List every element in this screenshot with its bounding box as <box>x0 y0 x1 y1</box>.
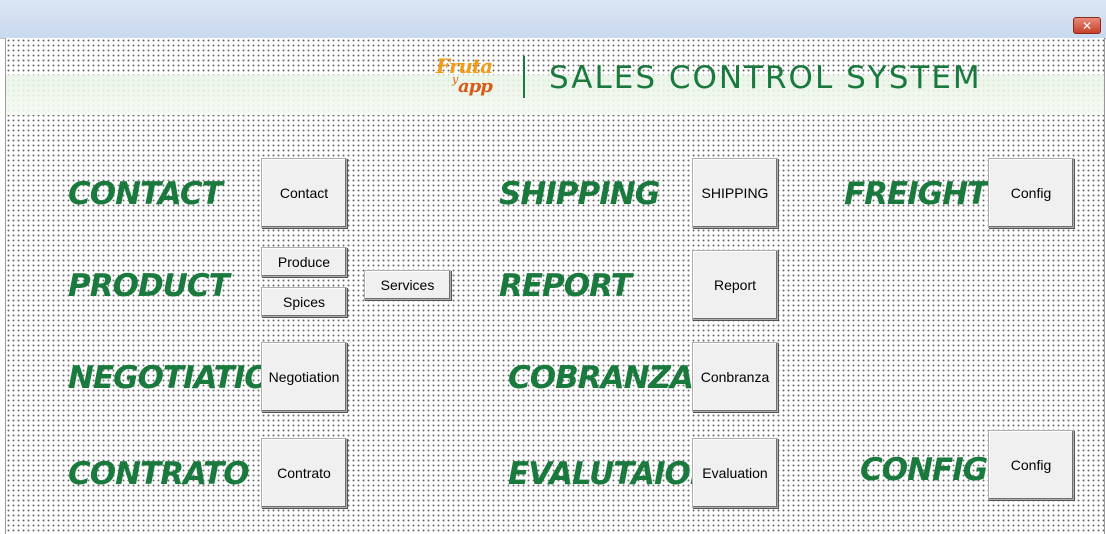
cobranza-button[interactable]: Conbranza <box>692 342 778 412</box>
label-evaluation: EVALUTAION <box>508 456 716 492</box>
label-freight: FREIGHT <box>844 176 988 212</box>
label-contrato: CONTRATO <box>68 456 250 492</box>
window-title-bar: ✕ <box>0 0 1106 39</box>
app-logo: Fruta y app <box>434 52 504 102</box>
label-cobranza: COBRANZA <box>508 360 694 396</box>
label-contact: CONTACT <box>68 176 223 212</box>
label-config: CONFIG <box>860 452 988 488</box>
logo-text-app: app <box>458 76 493 97</box>
label-shipping: SHIPPING <box>499 176 660 212</box>
services-button[interactable]: Services <box>364 270 451 300</box>
produce-button[interactable]: Produce <box>261 247 347 277</box>
app-title: SALES CONTROL SYSTEM <box>549 60 982 96</box>
shipping-button[interactable]: SHIPPING <box>692 158 778 228</box>
main-form: Fruta y app SALES CONTROL SYSTEM CONTACT… <box>5 38 1105 534</box>
evaluation-button[interactable]: Evaluation <box>692 438 778 508</box>
freight-config-button[interactable]: Config <box>988 158 1074 228</box>
contrato-button[interactable]: Contrato <box>261 438 347 508</box>
config-button[interactable]: Config <box>988 430 1074 500</box>
contact-button[interactable]: Contact <box>261 158 347 228</box>
label-product: PRODUCT <box>68 268 230 304</box>
label-report: REPORT <box>499 268 632 304</box>
close-icon[interactable]: ✕ <box>1073 17 1101 34</box>
negotiation-button[interactable]: Negotiation <box>261 342 347 412</box>
title-divider <box>523 56 525 98</box>
report-button[interactable]: Report <box>692 250 778 320</box>
logo-text-fruta: Fruta <box>436 54 493 78</box>
spices-button[interactable]: Spices <box>261 287 347 317</box>
